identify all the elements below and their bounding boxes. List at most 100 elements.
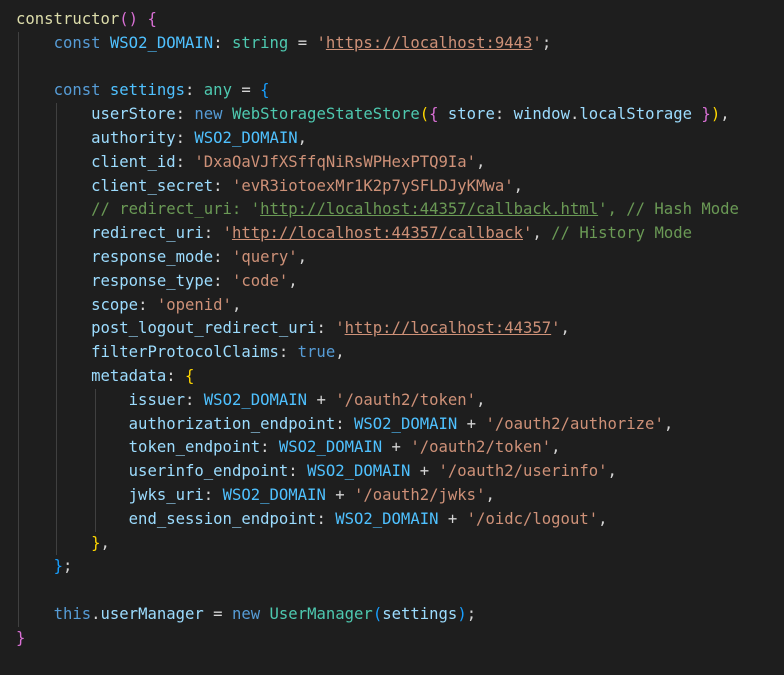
code-token: ()	[119, 10, 139, 28]
code-line[interactable]: this.userManager = new UserManager(setti…	[0, 602, 784, 627]
code-token: metadata	[91, 366, 167, 385]
code-line[interactable]: userStore: new WebStorageStateStore({ st…	[0, 103, 784, 127]
code-line[interactable]	[0, 579, 784, 603]
code-token: client_secret	[91, 176, 214, 195]
code-token: any	[203, 81, 232, 100]
code-line[interactable]: response_type: 'code',	[0, 269, 784, 294]
code-token: '/oauth2/token'	[410, 438, 552, 457]
indent-guide	[18, 483, 19, 508]
indent-guide	[95, 388, 96, 413]
code-line[interactable]: },	[0, 531, 784, 556]
code-token: constructor	[16, 10, 120, 28]
code-line[interactable]: issuer: WSO2_DOMAIN + '/oauth2/token',	[0, 388, 784, 413]
code-token: +	[457, 414, 486, 433]
code-token: authority	[91, 128, 176, 147]
code-line[interactable]: metadata: {	[0, 364, 784, 389]
code-token: {	[429, 105, 439, 124]
code-token: WSO2_DOMAIN	[109, 33, 214, 52]
code-token: (	[419, 105, 430, 124]
code-token: 'code'	[231, 271, 289, 290]
code-line[interactable]: userinfo_endpoint: WSO2_DOMAIN + '/oauth…	[0, 460, 784, 484]
code-line[interactable]: };	[0, 555, 784, 580]
code-token: http://localhost:44357/callback.html	[260, 200, 599, 219]
code-token: WSO2_DOMAIN	[307, 462, 411, 481]
code-token: ,	[476, 390, 486, 409]
code-token: ,	[485, 485, 495, 504]
code-line[interactable]: end_session_endpoint: WSO2_DOMAIN + '/oi…	[0, 507, 784, 532]
code-token: WSO2_DOMAIN	[203, 390, 308, 409]
code-line[interactable]: redirect_uri: 'http://localhost:44357/ca…	[0, 222, 784, 246]
code-token: +	[410, 462, 439, 481]
code-line[interactable]: const settings: any = {	[0, 79, 784, 104]
indent-guide	[18, 245, 19, 270]
code-token: filterProtocolClaims	[91, 343, 279, 362]
code-token: ,	[100, 533, 110, 552]
code-token: this	[53, 604, 92, 623]
indent-guide	[95, 460, 96, 484]
code-line[interactable]: scope: 'openid',	[0, 293, 784, 318]
code-line[interactable]: authority: WSO2_DOMAIN,	[0, 126, 784, 151]
code-token: ,	[231, 295, 242, 314]
code-line[interactable]: }	[0, 627, 784, 651]
code-token: }	[91, 533, 101, 552]
code-line[interactable]: token_endpoint: WSO2_DOMAIN + '/oauth2/t…	[0, 436, 784, 461]
code-line[interactable]: client_secret: 'evR3iotoexMr1K2p7ySFLDJy…	[0, 174, 784, 199]
code-line[interactable]: const WSO2_DOMAIN: string = 'https://loc…	[0, 31, 784, 56]
code-token: :	[278, 343, 298, 362]
indent-guide	[56, 436, 57, 461]
code-token: +	[438, 509, 467, 528]
indent-guide	[56, 269, 57, 294]
indent-guide	[56, 293, 57, 318]
code-line[interactable]: jwks_uri: WSO2_DOMAIN + '/oauth2/jwks',	[0, 483, 784, 508]
code-line[interactable]: post_logout_redirect_uri: 'http://localh…	[0, 317, 784, 342]
code-token: response_type	[91, 271, 214, 290]
code-line[interactable]: response_mode: 'query',	[0, 245, 784, 270]
code-token: 'openid'	[156, 295, 232, 314]
code-line[interactable]: filterProtocolClaims: true,	[0, 341, 784, 365]
code-token: ,	[297, 128, 308, 147]
code-token: :	[175, 128, 195, 147]
code-token: '/oauth2/jwks'	[354, 485, 486, 504]
indent-guide	[95, 436, 96, 461]
code-line[interactable]	[0, 55, 784, 80]
code-line[interactable]: constructor() {	[0, 8, 784, 32]
indent-guide	[18, 436, 19, 461]
code-token: jwks_uri	[128, 485, 204, 504]
indent-guide	[18, 222, 19, 246]
code-token: https://localhost:9443	[325, 33, 533, 52]
code-token: )	[710, 105, 721, 124]
indent-guide	[18, 31, 19, 56]
code-token: ,	[288, 271, 298, 290]
code-token: 'DxaQaVJfXSffqNiRsWPHexPTQ9Ia'	[194, 152, 477, 171]
code-token: ,	[663, 414, 674, 433]
code-token: UserManager	[269, 604, 373, 623]
code-token: '	[551, 319, 561, 338]
code-line[interactable]: authorization_endpoint: WSO2_DOMAIN + '/…	[0, 412, 784, 437]
code-token: ,	[297, 247, 308, 266]
indent-guide	[18, 460, 19, 484]
code-token: ,	[335, 343, 345, 362]
code-token: :	[288, 462, 308, 481]
code-line[interactable]: // redirect_uri: 'http://localhost:44357…	[0, 198, 784, 223]
code-token: http://localhost:44357/callback	[231, 224, 523, 243]
code-token: userManager	[100, 604, 204, 623]
code-editor[interactable]: constructor() { const WSO2_DOMAIN: strin…	[0, 8, 784, 675]
code-token: authorization_endpoint	[128, 414, 336, 433]
indent-guide	[18, 269, 19, 294]
code-token: +	[307, 390, 336, 409]
code-line[interactable]: client_id: 'DxaQaVJfXSffqNiRsWPHexPTQ9Ia…	[0, 150, 784, 175]
